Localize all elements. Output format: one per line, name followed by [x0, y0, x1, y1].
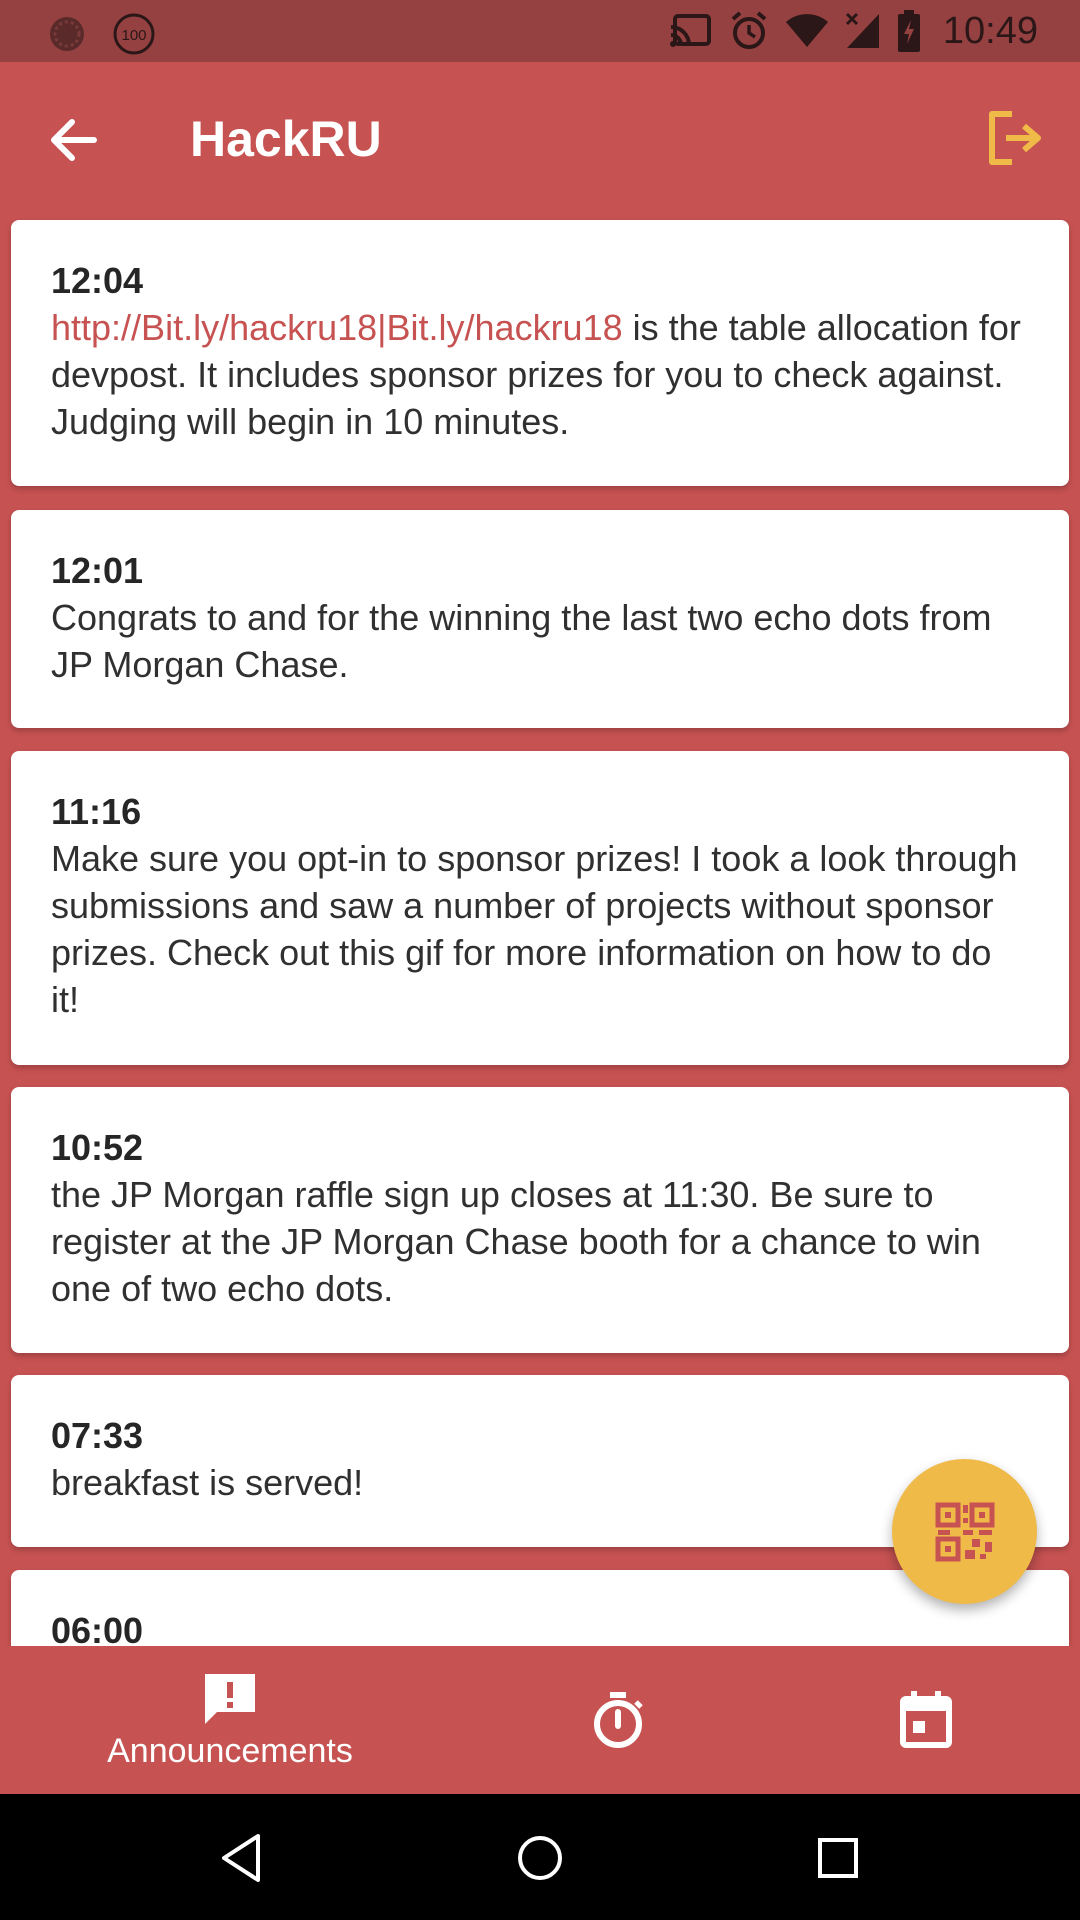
alarm-icon	[731, 11, 767, 49]
cell-signal-icon	[845, 12, 879, 48]
status-right-icons: 10:49	[669, 8, 1038, 54]
announcement-card[interactable]: 11:16 Make sure you opt-in to sponsor pr…	[11, 751, 1069, 1065]
system-navigation-bar	[0, 1794, 1080, 1920]
announcement-time: 06:00	[51, 1610, 144, 1646]
battery-badge-text: 100	[121, 27, 146, 44]
announcement-card[interactable]: 12:04 http://Bit.ly/hackru18|Bit.ly/hack…	[11, 220, 1069, 486]
back-triangle-icon[interactable]	[214, 1830, 270, 1886]
announcement-time: 11:16	[51, 791, 142, 832]
announcement-card[interactable]: 12:01 Congrats to and for the winning th…	[11, 510, 1069, 728]
battery-charging-icon	[897, 10, 920, 52]
announcement-text: Congrats to and for the winning the last…	[51, 597, 992, 685]
announcement-time: 10:52	[51, 1127, 144, 1168]
announcement-feed[interactable]: 12:04 http://Bit.ly/hackru18|Bit.ly/hack…	[0, 216, 1080, 1646]
qr-code-icon	[935, 1502, 994, 1561]
announcement-link[interactable]: http://Bit.ly/hackru18|Bit.ly/hackru18	[51, 307, 623, 348]
cast-icon	[669, 14, 711, 47]
announcement-time: 12:01	[51, 550, 144, 591]
status-left-icons: 100	[48, 12, 156, 56]
app-bar: HackRU	[0, 62, 1080, 216]
announcement-text: http://Bit.ly/hackru18|Bit.ly/hackru18 i…	[51, 304, 1029, 445]
tab-announcements[interactable]: Announcements	[80, 1646, 380, 1794]
status-bar: 100 10:49	[0, 0, 1080, 62]
page-title: HackRU	[190, 111, 382, 167]
announcement-text: Make sure you opt-in to sponsor prizes! …	[51, 838, 1018, 1020]
wifi-icon	[785, 14, 828, 47]
announcement-time: 07:33	[51, 1415, 144, 1456]
tab-calendar[interactable]	[876, 1646, 976, 1794]
arrow-back-icon[interactable]	[44, 110, 104, 170]
bottom-navigation: Announcements	[0, 1646, 1080, 1794]
tab-announcements-label: Announcements	[107, 1731, 353, 1770]
announcement-card[interactable]: 10:52 the JP Morgan raffle sign up close…	[11, 1087, 1069, 1353]
qr-scan-button[interactable]	[892, 1459, 1037, 1604]
announcement-icon	[205, 1673, 255, 1724]
announcement-text: breakfast is served!	[51, 1462, 364, 1503]
timer-icon	[594, 1692, 643, 1748]
status-time: 10:49	[942, 9, 1038, 52]
logout-icon[interactable]	[982, 106, 1046, 170]
home-circle-icon[interactable]	[512, 1830, 568, 1886]
announcement-card[interactable]: 06:00	[11, 1570, 1069, 1646]
announcement-time: 12:04	[51, 260, 144, 301]
notification-dot-icon	[50, 17, 84, 51]
recents-square-icon[interactable]	[810, 1830, 866, 1886]
announcement-text: the JP Morgan raffle sign up closes at 1…	[51, 1174, 981, 1309]
calendar-icon	[900, 1691, 952, 1748]
battery-100-icon: 100	[113, 13, 155, 55]
tab-timer[interactable]	[568, 1646, 668, 1794]
